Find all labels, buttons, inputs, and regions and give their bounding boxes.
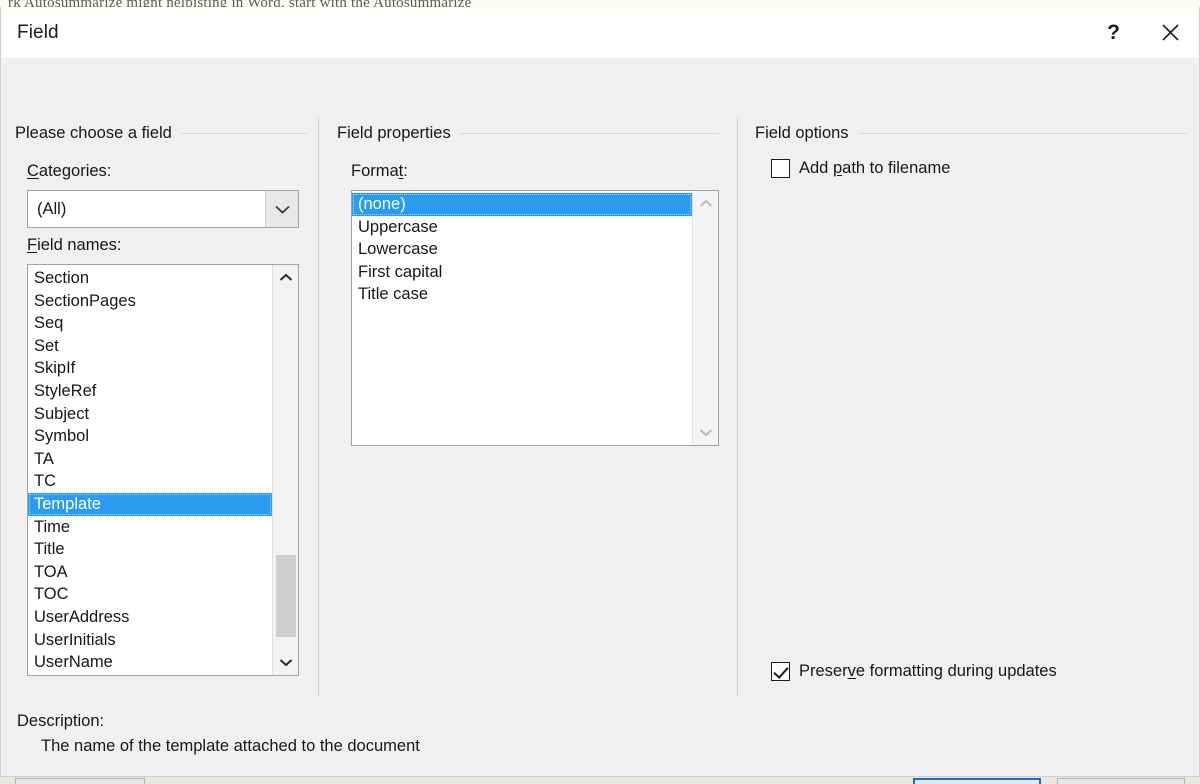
close-icon[interactable] <box>1142 7 1199 58</box>
help-icon[interactable]: ? <box>1085 7 1142 58</box>
group-header-rule <box>857 133 1187 134</box>
field-names-scroll-thumb[interactable] <box>276 555 296 637</box>
add-path-to-filename-checkbox-row[interactable]: Add path to filename <box>771 159 950 178</box>
format-scrollbar[interactable] <box>692 191 718 445</box>
description-label: Description: <box>17 712 105 730</box>
titlebar-buttons: ? <box>1085 7 1199 58</box>
scroll-up-icon[interactable] <box>273 265 298 290</box>
group-header-choose-field: Please choose a field <box>15 124 307 143</box>
field-names-item[interactable]: Section <box>28 267 272 290</box>
group-header-field-options: Field options <box>755 124 1187 143</box>
dialog-title: Field <box>17 21 59 43</box>
field-names-item[interactable]: Seq <box>28 312 272 335</box>
format-item[interactable]: Lowercase <box>352 238 692 261</box>
field-names-item-selected[interactable]: Template <box>28 492 272 516</box>
group-header-choose-field-label: Please choose a field <box>15 124 172 142</box>
field-names-item[interactable]: UserInitials <box>28 629 272 652</box>
field-names-scrollbar[interactable] <box>272 265 298 675</box>
field-names-item[interactable]: TOC <box>28 583 272 606</box>
field-names-item[interactable]: SectionPages <box>28 290 272 313</box>
group-header-rule <box>180 133 307 134</box>
field-names-item[interactable]: TOA <box>28 561 272 584</box>
field-names-listbox[interactable]: Section SectionPages Seq Set SkipIf StyleRef S… <box>27 264 299 676</box>
field-names-item[interactable]: Set <box>28 335 272 358</box>
field-names-item[interactable]: TA <box>28 448 272 471</box>
field-names-items[interactable]: Section SectionPages Seq Set SkipIf StyleRef S… <box>28 265 272 675</box>
description-text: The name of the template attached to the… <box>41 737 420 755</box>
panel-divider-left <box>318 117 319 697</box>
chevron-down-icon[interactable] <box>265 191 298 227</box>
dialog-titlebar: Field ? <box>1 7 1199 58</box>
format-label: Format: <box>351 162 408 180</box>
preserve-formatting-checkbox[interactable] <box>771 662 790 681</box>
field-names-item[interactable]: UserAddress <box>28 606 272 629</box>
categories-label: Categories: <box>27 162 112 180</box>
preserve-formatting-label: Preserve formatting during updates <box>799 662 1057 680</box>
format-item[interactable]: Uppercase <box>352 216 692 239</box>
field-names-item[interactable]: Subject <box>28 403 272 426</box>
field-names-item[interactable]: UserName <box>28 651 272 674</box>
add-path-to-filename-checkbox[interactable] <box>771 159 790 178</box>
format-listbox[interactable]: (none) Uppercase Lowercase First capital Tit… <box>351 190 719 446</box>
scroll-down-icon[interactable] <box>693 420 718 445</box>
field-names-item[interactable]: TC <box>28 470 272 493</box>
field-names-label: Field names: <box>27 236 122 254</box>
categories-combobox[interactable]: (All) <box>27 190 299 228</box>
group-header-field-options-label: Field options <box>755 124 849 142</box>
field-names-item[interactable]: SkipIf <box>28 357 272 380</box>
field-codes-button[interactable]: Field Codes <box>15 778 145 784</box>
preserve-formatting-checkbox-row[interactable]: Preserve formatting during updates <box>771 662 1057 681</box>
format-item[interactable]: Title case <box>352 283 692 306</box>
add-path-to-filename-label: Add path to filename <box>799 159 951 177</box>
group-header-rule <box>459 133 719 134</box>
field-names-item[interactable]: Title <box>28 538 272 561</box>
group-header-field-properties: Field properties <box>337 124 719 143</box>
format-item[interactable]: First capital <box>352 261 692 284</box>
field-names-item[interactable]: Symbol <box>28 425 272 448</box>
scroll-up-icon[interactable] <box>693 191 718 216</box>
field-names-item[interactable]: StyleRef <box>28 380 272 403</box>
cancel-button[interactable]: Cancel <box>1057 778 1185 784</box>
field-names-item[interactable]: Time <box>28 516 272 539</box>
group-header-field-properties-label: Field properties <box>337 124 451 142</box>
scroll-down-icon[interactable] <box>273 650 298 675</box>
panel-divider-right <box>737 117 738 697</box>
format-item-selected[interactable]: (none) <box>352 193 692 216</box>
format-items[interactable]: (none) Uppercase Lowercase First capital Tit… <box>352 191 692 445</box>
ok-button[interactable]: OK <box>913 778 1041 784</box>
categories-selected-value: (All) <box>37 199 67 218</box>
field-dialog: Field ? Please choose a field Categories… <box>0 7 1200 784</box>
dialog-body: Please choose a field Categories: (All) … <box>1 58 1199 784</box>
